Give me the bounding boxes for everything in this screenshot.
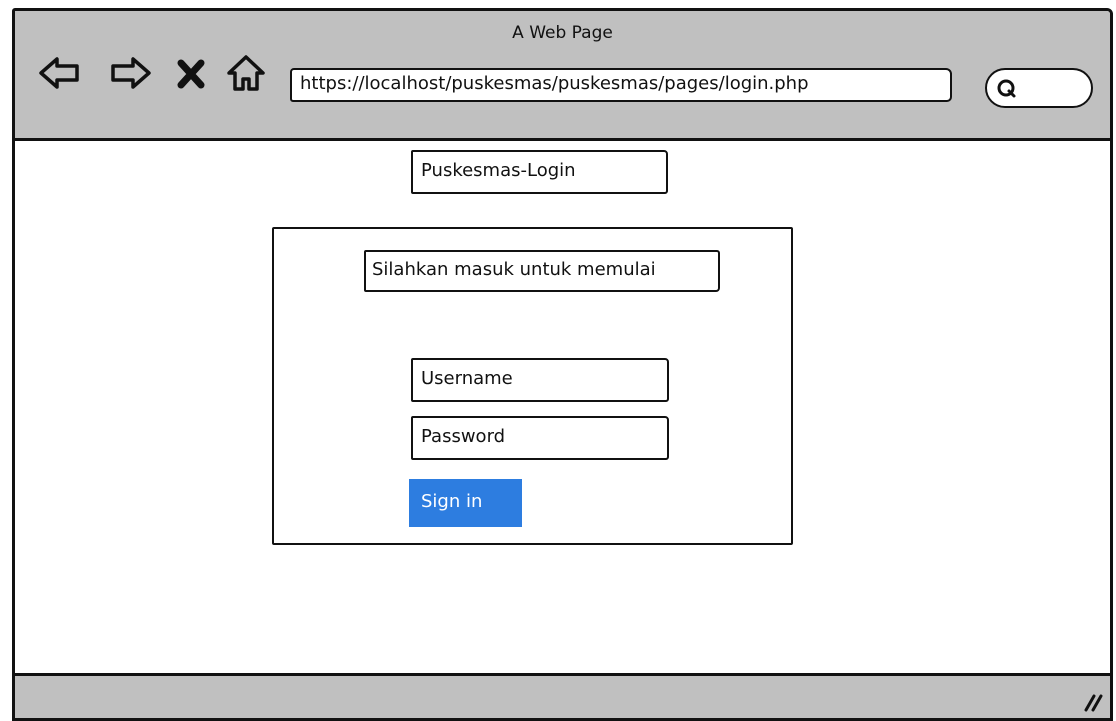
username-field[interactable]: Username [411, 358, 669, 402]
search-input[interactable] [985, 68, 1093, 108]
login-heading: Silahkan masuk untuk memulai [364, 250, 720, 292]
forward-arrow-icon[interactable] [109, 53, 153, 93]
home-icon[interactable] [225, 53, 267, 93]
search-icon [997, 79, 1016, 98]
window-title: A Web Page [512, 23, 613, 43]
close-icon[interactable] [173, 53, 209, 93]
page-title: Puskesmas-Login [411, 150, 668, 194]
url-input[interactable]: https://localhost/puskesmas/puskesmas/pa… [290, 68, 952, 102]
back-arrow-icon[interactable] [37, 53, 81, 93]
password-field[interactable]: Password [411, 416, 669, 460]
sign-in-button[interactable]: Sign in [409, 479, 522, 527]
resize-grip-icon[interactable] [1080, 688, 1104, 712]
status-bar [15, 673, 1110, 718]
browser-toolbar: A Web Page https://localhost/puskesmas/p… [15, 11, 1110, 141]
